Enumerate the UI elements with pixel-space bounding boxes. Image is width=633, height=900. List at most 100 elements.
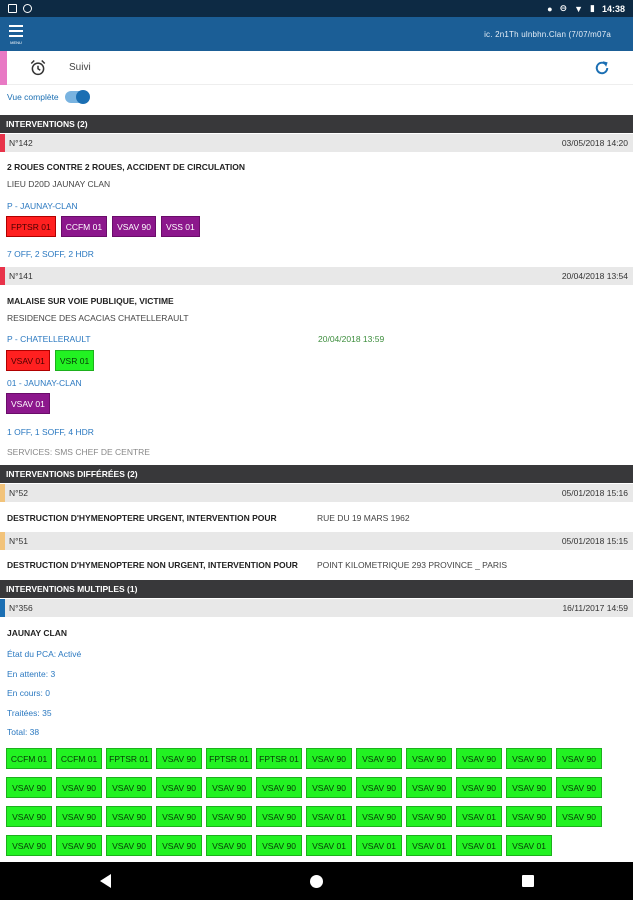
full-view-toggle-row: Vue complète: [7, 90, 90, 104]
vehicle-badge[interactable]: VSS 01: [160, 216, 200, 237]
intervention-date: 05/01/2018 15:15: [561, 536, 628, 546]
vehicle-badge[interactable]: VSAV 90: [106, 806, 152, 827]
vehicle-badge[interactable]: VSAV 90: [406, 806, 452, 827]
vehicle-badge[interactable]: VSAV 90: [106, 777, 152, 798]
vehicle-badge[interactable]: VSAV 01: [306, 835, 352, 856]
full-view-switch[interactable]: [64, 90, 90, 104]
vehicle-badge[interactable]: VSAV 01: [456, 835, 502, 856]
system-nav-bar: [0, 862, 633, 900]
intervention-title: DESTRUCTION D'HYMENOPTERE NON URGENT, IN…: [7, 560, 298, 570]
vehicle-badge[interactable]: VSR 01: [54, 350, 95, 371]
vehicle-badge[interactable]: VSAV 90: [506, 806, 552, 827]
vehicle-badge[interactable]: VSAV 01: [406, 835, 452, 856]
home-icon[interactable]: [309, 874, 323, 888]
vehicle-badge[interactable]: VSAV 90: [106, 835, 152, 856]
vehicle-badge[interactable]: CCFM 01: [6, 748, 52, 769]
vehicle-badge[interactable]: VSAV 90: [306, 748, 352, 769]
intervention-address: LIEU D20D JAUNAY CLAN: [7, 179, 111, 189]
vehicle-badge[interactable]: VSAV 90: [356, 777, 402, 798]
refresh-icon[interactable]: [593, 59, 611, 77]
menu-label: MENU: [10, 39, 22, 45]
alarm-clock-icon[interactable]: [29, 59, 47, 77]
user-info: ic. 2n1Th ulnbhn.Clan (7/07/m07a: [484, 29, 611, 39]
vehicle-badge[interactable]: VSAV 90: [556, 806, 602, 827]
vehicle-grid: CCFM 01 CCFM 01 FPTSR 01 VSAV 90 FPTSR 01 FPT…: [6, 748, 626, 864]
vehicle-badge[interactable]: VSAV 90: [156, 777, 202, 798]
vehicle-badge[interactable]: VSAV 90: [6, 777, 52, 798]
vehicle-badge[interactable]: VSAV 90: [206, 806, 252, 827]
station-label: P - CHATELLERAULT: [7, 334, 91, 344]
vehicle-badge[interactable]: VSAV 90: [356, 748, 402, 769]
vehicle-badge[interactable]: VSAV 01: [356, 835, 402, 856]
battery-icon: ▮: [590, 3, 595, 13]
vehicle-badge[interactable]: VSAV 01: [6, 393, 50, 414]
vehicle-badge[interactable]: VSAV 01: [456, 806, 502, 827]
pca-state: État du PCA: Activé: [7, 649, 82, 659]
wifi-icon: ▼: [574, 3, 584, 14]
recent-apps-icon[interactable]: [521, 875, 534, 887]
vehicle-badge[interactable]: VSAV 90: [56, 777, 102, 798]
intervention-number: N°141: [9, 271, 33, 281]
services-label: SERVICES: SMS CHEF DE CENTRE: [7, 447, 150, 457]
vehicle-badge[interactable]: VSAV 90: [406, 748, 452, 769]
vehicle-badge[interactable]: VSAV 90: [256, 806, 302, 827]
intervention-header-141[interactable]: N°141 20/04/2018 13:54: [0, 267, 633, 285]
intervention-title: MALAISE SUR VOIE PUBLIQUE, VICTIME: [7, 296, 174, 306]
vehicle-badge[interactable]: VSAV 90: [156, 806, 202, 827]
station-label: 01 - JAUNAY-CLAN: [7, 378, 82, 388]
vehicle-grid-row: CCFM 01 CCFM 01 FPTSR 01 VSAV 90 FPTSR 01 FPT…: [6, 748, 626, 769]
vehicle-badge[interactable]: VSAV 90: [456, 777, 502, 798]
vehicle-badge[interactable]: FPTSR 01: [206, 748, 252, 769]
intervention-number: N°142: [9, 138, 33, 148]
intervention-header-52[interactable]: N°52 05/01/2018 15:16: [0, 484, 633, 502]
vehicle-badge[interactable]: FPTSR 01: [6, 216, 56, 237]
intervention-address: RUE DU 19 MARS 1962: [317, 513, 410, 523]
vehicle-badge[interactable]: VSAV 90: [156, 835, 202, 856]
vehicle-badge[interactable]: VSAV 90: [556, 777, 602, 798]
vehicle-badge[interactable]: VSAV 90: [56, 806, 102, 827]
vehicle-badge[interactable]: VSAV 90: [56, 835, 102, 856]
intervention-title: JAUNAY CLAN: [7, 628, 67, 638]
vehicle-badge[interactable]: VSAV 90: [406, 777, 452, 798]
vehicle-badge[interactable]: FPTSR 01: [256, 748, 302, 769]
vehicle-badge[interactable]: VSAV 90: [206, 835, 252, 856]
vehicle-grid-row: VSAV 90 VSAV 90 VSAV 90 VSAV 90 VSAV 90 VSAV …: [6, 835, 626, 856]
vehicle-badge[interactable]: VSAV 90: [256, 835, 302, 856]
vehicle-badge[interactable]: VSAV 90: [456, 748, 502, 769]
intervention-header-51[interactable]: N°51 05/01/2018 15:15: [0, 532, 633, 550]
vehicle-badge[interactable]: VSAV 90: [356, 806, 402, 827]
vehicle-badge[interactable]: CCFM 01: [56, 748, 102, 769]
toolbar: Suivi: [0, 50, 633, 85]
vehicle-badge[interactable]: VSAV 90: [6, 806, 52, 827]
vehicle-badge[interactable]: VSAV 01: [6, 350, 50, 371]
vehicle-grid-row: VSAV 90 VSAV 90 VSAV 90 VSAV 90 VSAV 90 VSAV …: [6, 806, 626, 827]
vehicle-badge[interactable]: VSAV 01: [306, 806, 352, 827]
vehicle-badge[interactable]: VSAV 90: [256, 777, 302, 798]
photo-notification-icon: [8, 4, 17, 13]
vehicle-badge[interactable]: VSAV 90: [306, 777, 352, 798]
vehicle-badge[interactable]: CCFM 01: [60, 216, 108, 237]
vehicle-badge[interactable]: VSAV 90: [506, 748, 552, 769]
in-progress-count: En cours: 0: [7, 688, 50, 698]
pending-count: En attente: 3: [7, 669, 56, 679]
vehicle-badge[interactable]: VSAV 90: [556, 748, 602, 769]
menu-button[interactable]: MENU: [4, 17, 28, 51]
intervention-header-142[interactable]: N°142 03/05/2018 14:20: [0, 134, 633, 152]
intervention-date: 16/11/2017 14:59: [562, 603, 628, 613]
intervention-header-356[interactable]: N°356 16/11/2017 14:59: [0, 599, 633, 617]
section-multiple-interventions: INTERVENTIONS MULTIPLES (1): [0, 580, 633, 598]
vehicle-badge[interactable]: FPTSR 01: [106, 748, 152, 769]
app-bar: MENU ic. 2n1Th ulnbhn.Clan (7/07/m07a: [0, 17, 633, 51]
vehicle-badge[interactable]: VSAV 90: [112, 216, 156, 237]
vehicle-badge[interactable]: VSAV 90: [6, 835, 52, 856]
intervention-title: DESTRUCTION D'HYMENOPTERE URGENT, INTERV…: [7, 513, 277, 523]
vehicle-badge[interactable]: VSAV 90: [506, 777, 552, 798]
vehicle-badge[interactable]: VSAV 90: [156, 748, 202, 769]
vehicle-badge[interactable]: VSAV 01: [506, 835, 552, 856]
status-indicator: [0, 50, 7, 85]
intervention-number: N°356: [9, 603, 33, 613]
back-icon[interactable]: [99, 874, 111, 888]
section-interventions: INTERVENTIONS (2): [0, 115, 633, 133]
section-deferred-interventions: INTERVENTIONS DIFFÉRÉES (2): [0, 465, 633, 483]
vehicle-badge[interactable]: VSAV 90: [206, 777, 252, 798]
